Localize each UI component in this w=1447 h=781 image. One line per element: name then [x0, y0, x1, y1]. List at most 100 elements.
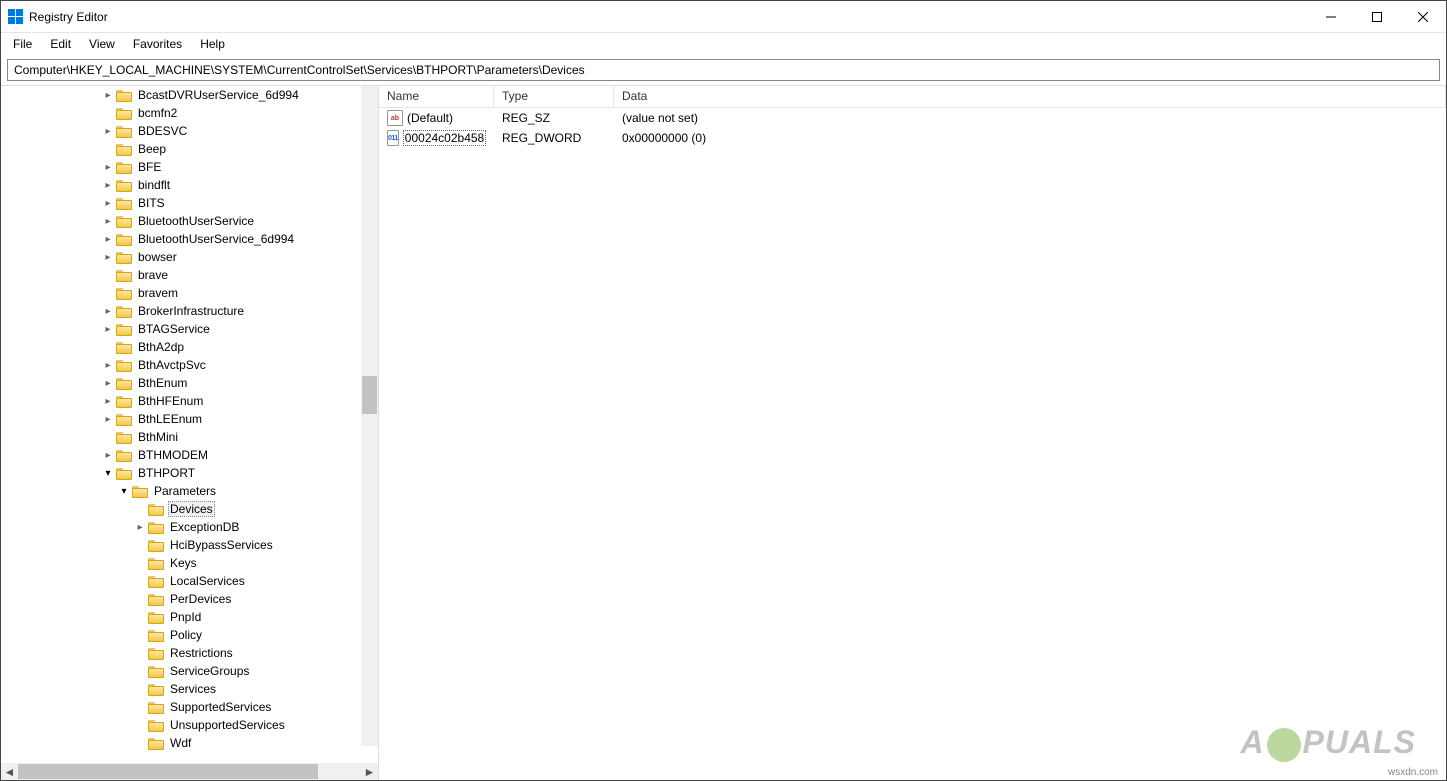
tree-item[interactable]: ▸BthAvctpSvc — [1, 356, 378, 374]
chevron-right-icon[interactable]: ▸ — [101, 412, 115, 426]
tree-item[interactable]: ▸BthLEEnum — [1, 410, 378, 428]
tree-item[interactable]: Wdf — [1, 734, 378, 752]
window-controls — [1308, 1, 1446, 32]
chevron-down-icon[interactable]: ▾ — [101, 466, 115, 480]
chevron-down-icon[interactable]: ▾ — [117, 484, 131, 498]
chevron-right-icon[interactable]: ▸ — [101, 358, 115, 372]
tree-item[interactable]: HciBypassServices — [1, 536, 378, 554]
chevron-right-icon[interactable]: ▸ — [101, 376, 115, 390]
minimize-button[interactable] — [1308, 1, 1354, 32]
chevron-right-icon[interactable]: ▸ — [101, 322, 115, 336]
menu-file[interactable]: File — [5, 35, 40, 53]
folder-icon — [132, 485, 148, 498]
panel-splitter[interactable] — [374, 86, 378, 780]
column-data[interactable]: Data — [614, 86, 1446, 107]
tree-item-label: BthHFEnum — [136, 394, 205, 408]
tree-item[interactable]: ▸BrokerInfrastructure — [1, 302, 378, 320]
expander-none — [133, 646, 147, 660]
tree-item[interactable]: Services — [1, 680, 378, 698]
tree-item-label: PerDevices — [168, 592, 233, 606]
folder-icon — [148, 503, 164, 516]
chevron-right-icon[interactable]: ▸ — [101, 160, 115, 174]
tree-item[interactable]: PnpId — [1, 608, 378, 626]
tree-item[interactable]: ▾BTHPORT — [1, 464, 378, 482]
tree-item[interactable]: BthMini — [1, 428, 378, 446]
tree-item[interactable]: ▸ BDESVC — [1, 122, 378, 140]
chevron-right-icon[interactable]: ▸ — [101, 196, 115, 210]
tree-item-label: BITS — [136, 196, 167, 210]
chevron-right-icon[interactable]: ▸ — [101, 178, 115, 192]
folder-icon — [148, 611, 164, 624]
chevron-right-icon[interactable]: ▸ — [133, 520, 147, 534]
tree-item[interactable]: ▸BthEnum — [1, 374, 378, 392]
menu-favorites[interactable]: Favorites — [125, 35, 190, 53]
tree-item[interactable]: bcmfn2 — [1, 104, 378, 122]
folder-icon — [116, 161, 132, 174]
value-row[interactable]: 01100024c02b458REG_DWORD0x00000000 (0) — [379, 128, 1446, 148]
tree-scroll[interactable]: ▸BcastDVRUserService_6d994bcmfn2 ▸ BDESVC B… — [1, 86, 378, 763]
tree-item[interactable]: ▾ Parameters — [1, 482, 378, 500]
tree-item-label: brave — [136, 268, 170, 282]
tree-item[interactable]: ▸bowser — [1, 248, 378, 266]
tree-item[interactable]: ▸ BthHFEnum — [1, 392, 378, 410]
folder-icon — [116, 341, 132, 354]
tree-item-label: Wdf — [168, 736, 193, 750]
menu-edit[interactable]: Edit — [42, 35, 79, 53]
tree-item[interactable]: ▸ExceptionDB — [1, 518, 378, 536]
tree-item-label: Parameters — [152, 484, 218, 498]
tree-item[interactable]: LocalServices — [1, 572, 378, 590]
chevron-right-icon[interactable]: ▸ — [101, 394, 115, 408]
tree-item-label: BDESVC — [136, 124, 189, 138]
maximize-button[interactable] — [1354, 1, 1400, 32]
tree-item-label: BFE — [136, 160, 163, 174]
chevron-right-icon[interactable]: ▸ — [101, 88, 115, 102]
column-name[interactable]: Name — [379, 86, 494, 107]
expander-none — [101, 430, 115, 444]
tree-item[interactable]: ServiceGroups — [1, 662, 378, 680]
expander-none — [133, 538, 147, 552]
tree-item[interactable]: bravem — [1, 284, 378, 302]
tree-horizontal-scrollbar[interactable]: ◄ ► — [1, 763, 378, 780]
tree-item-label: BluetoothUserService_6d994 — [136, 232, 296, 246]
tree-item[interactable]: ▸BcastDVRUserService_6d994 — [1, 86, 378, 104]
expander-none — [133, 628, 147, 642]
value-row[interactable]: ab(Default)REG_SZ(value not set) — [379, 108, 1446, 128]
tree-item-label: Beep — [136, 142, 168, 156]
tree-item[interactable]: ▸ BTHMODEM — [1, 446, 378, 464]
folder-icon — [116, 125, 132, 138]
chevron-right-icon[interactable]: ▸ — [101, 232, 115, 246]
tree-item[interactable]: ▸ BluetoothUserService_6d994 — [1, 230, 378, 248]
tree-item[interactable]: Devices — [1, 500, 378, 518]
tree-item[interactable]: Keys — [1, 554, 378, 572]
menu-help[interactable]: Help — [192, 35, 233, 53]
folder-icon — [116, 143, 132, 156]
folder-icon — [148, 521, 164, 534]
chevron-right-icon[interactable]: ▸ — [101, 304, 115, 318]
tree-item[interactable]: Restrictions — [1, 644, 378, 662]
tree-item[interactable]: UnsupportedServices — [1, 716, 378, 734]
menu-view[interactable]: View — [81, 35, 123, 53]
tree-item[interactable]: ▸ BFE — [1, 158, 378, 176]
chevron-right-icon[interactable]: ▸ — [101, 448, 115, 462]
tree-item[interactable]: Beep — [1, 140, 378, 158]
tree-item[interactable]: BthA2dp — [1, 338, 378, 356]
address-bar[interactable]: Computer\HKEY_LOCAL_MACHINE\SYSTEM\Curre… — [7, 59, 1440, 81]
tree-item-label: BthMini — [136, 430, 180, 444]
folder-icon — [148, 701, 164, 714]
tree-item[interactable]: PerDevices — [1, 590, 378, 608]
tree-item[interactable]: SupportedServices — [1, 698, 378, 716]
tree-item[interactable]: ▸ BITS — [1, 194, 378, 212]
tree-item[interactable]: ▸BluetoothUserService — [1, 212, 378, 230]
tree-item[interactable]: brave — [1, 266, 378, 284]
tree-item[interactable]: ▸BTAGService — [1, 320, 378, 338]
tree-item-label: BTHMODEM — [136, 448, 210, 462]
chevron-right-icon[interactable]: ▸ — [101, 214, 115, 228]
column-type[interactable]: Type — [494, 86, 614, 107]
tree-item[interactable]: Policy — [1, 626, 378, 644]
chevron-right-icon[interactable]: ▸ — [101, 250, 115, 264]
close-button[interactable] — [1400, 1, 1446, 32]
chevron-right-icon[interactable]: ▸ — [101, 124, 115, 138]
scrollbar-thumb[interactable] — [18, 764, 318, 779]
tree-item[interactable]: ▸bindflt — [1, 176, 378, 194]
scroll-left-icon[interactable]: ◄ — [1, 763, 18, 780]
